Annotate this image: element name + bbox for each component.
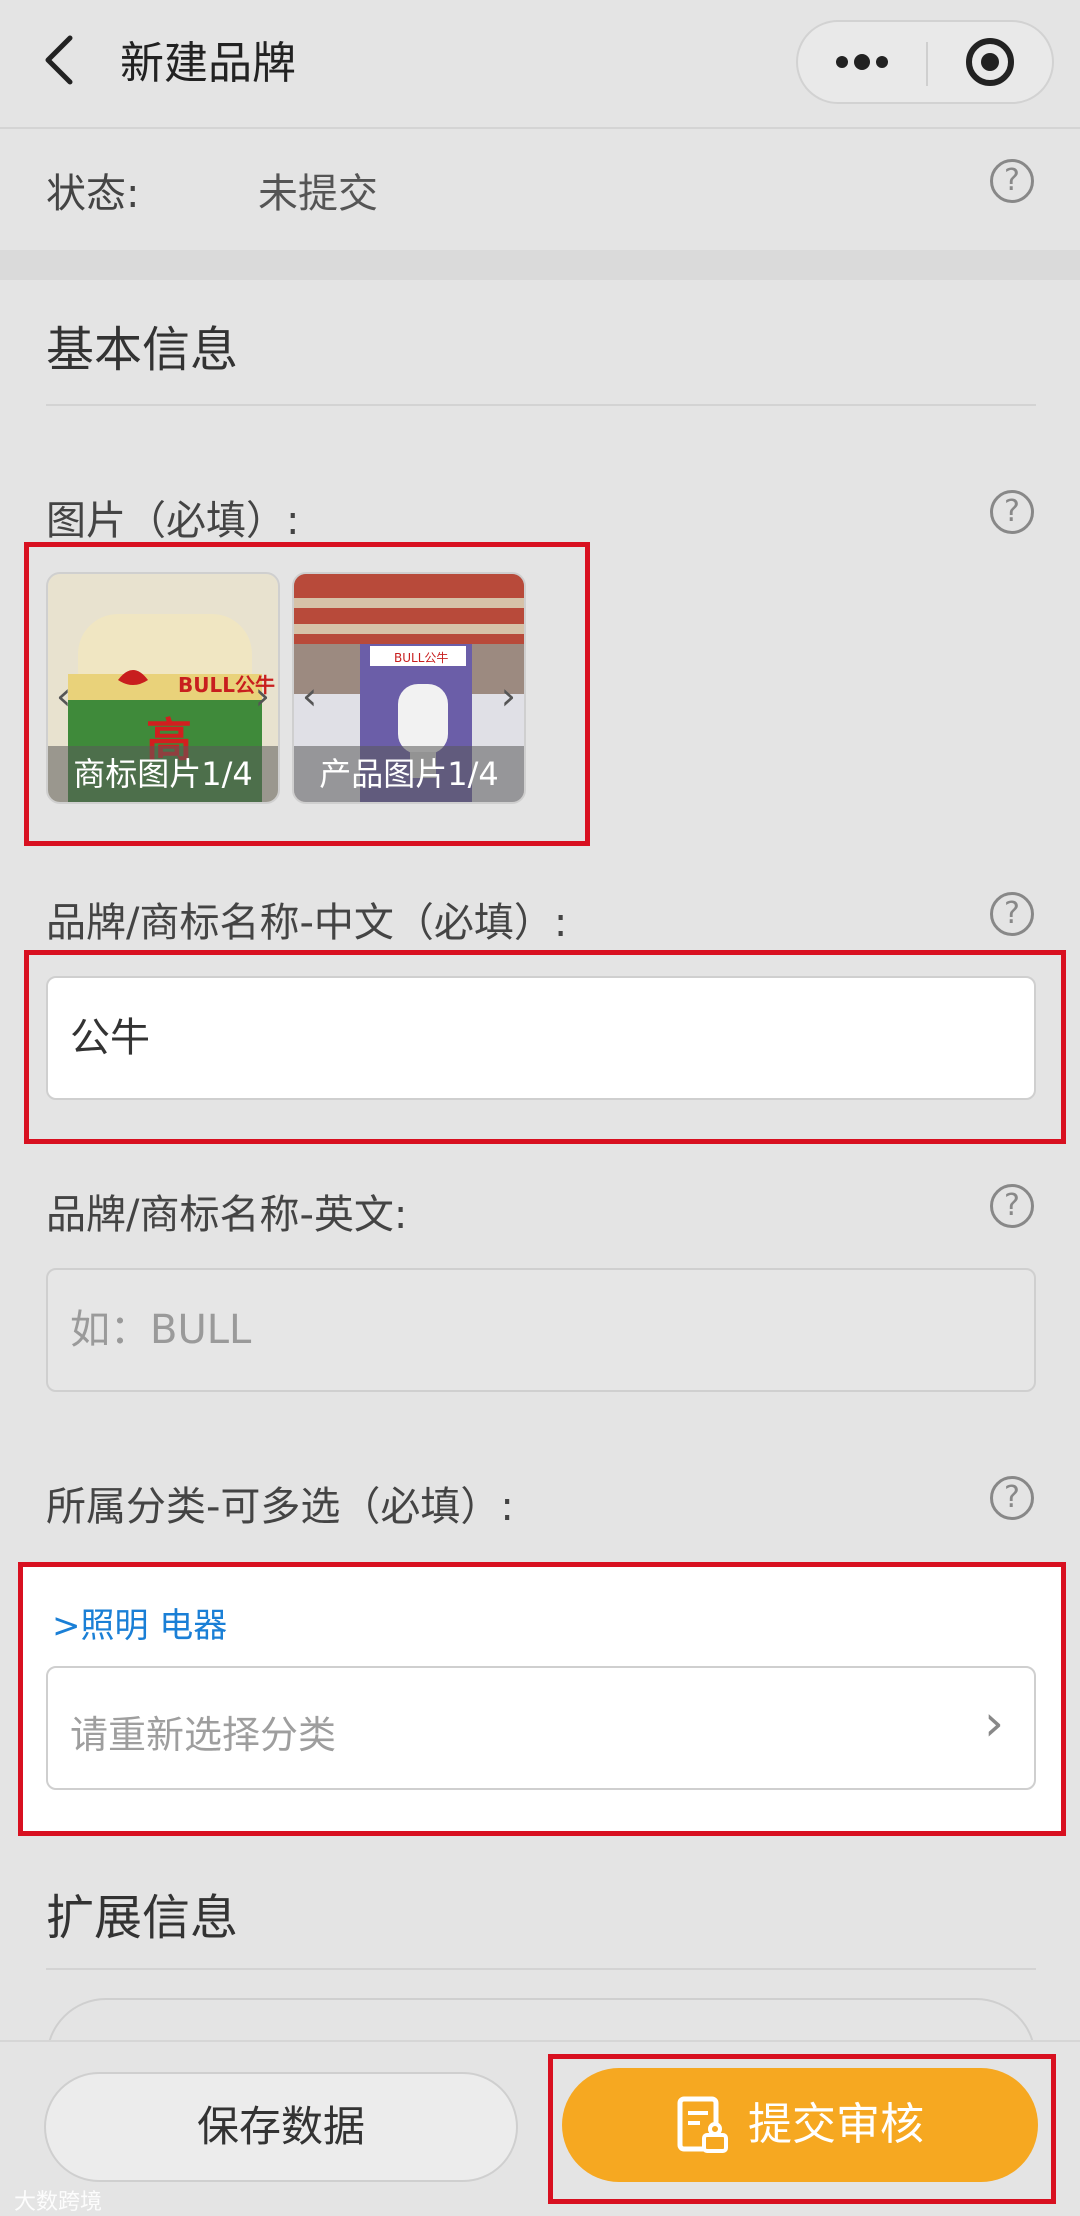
category-select-placeholder: 请重新选择分类: [70, 1713, 337, 1757]
help-icon[interactable]: ?: [990, 1476, 1034, 1520]
chevron-right-icon[interactable]: ›: [501, 674, 516, 718]
status-label: 状态:: [46, 171, 140, 217]
chevron-left-icon: [45, 35, 73, 85]
category-label: 所属分类-可多选（必填）:: [46, 1484, 514, 1530]
watermark: 大数跨境: [14, 2190, 103, 2215]
target-circle-icon: [966, 38, 1014, 86]
nav-bar: 新建品牌: [0, 0, 1080, 129]
document-stamp-icon: [677, 2096, 728, 2153]
name-cn-label: 品牌/商标名称-中文（必填）:: [46, 900, 568, 946]
product-image-thumb[interactable]: BULL公牛 ‹ › 产品图片1/4: [292, 572, 526, 804]
chevron-right-icon[interactable]: ›: [255, 674, 270, 718]
status-value: 未提交: [258, 171, 378, 217]
close-button[interactable]: [928, 22, 1052, 102]
more-button[interactable]: [798, 22, 926, 102]
page-title: 新建品牌: [120, 38, 296, 89]
name-cn-input[interactable]: 公牛: [46, 976, 1036, 1100]
help-icon[interactable]: ?: [990, 1184, 1034, 1228]
help-icon[interactable]: ?: [990, 892, 1034, 936]
name-en-label: 品牌/商标名称-英文:: [46, 1192, 408, 1238]
divider: [46, 1968, 1036, 1970]
status-row: 状态: 未提交 ?: [0, 129, 1080, 249]
chevron-right-icon: >: [52, 1606, 81, 1646]
image-caption: 产品图片1/4: [294, 746, 524, 802]
mini-program-capsule: [796, 20, 1054, 104]
category-path[interactable]: >照明 电器: [52, 1598, 227, 1647]
image-caption: 商标图片1/4: [48, 746, 278, 802]
back-button[interactable]: [40, 30, 100, 96]
extended-info-title: 扩展信息: [46, 1890, 239, 1946]
chevron-left-icon[interactable]: ‹: [56, 674, 71, 718]
images-label: 图片（必填）:: [46, 498, 300, 544]
category-path-text: 照明 电器: [80, 1606, 228, 1646]
divider: [46, 404, 1036, 406]
chevron-right-icon: ›: [984, 1694, 1004, 1752]
bottom-action-bar: 保存数据 提交审核: [0, 2040, 1080, 2216]
submit-review-label: 提交审核: [748, 2099, 924, 2150]
help-icon[interactable]: ?: [990, 159, 1034, 203]
trademark-image-thumb[interactable]: BULL公牛 高 ‹ › 商标图片1/4: [46, 572, 280, 804]
basic-info-title: 基本信息: [46, 322, 239, 378]
category-select[interactable]: 请重新选择分类 ›: [46, 1666, 1036, 1790]
more-dots-icon: [836, 54, 888, 70]
help-icon[interactable]: ?: [990, 490, 1034, 534]
save-button[interactable]: 保存数据: [44, 2072, 518, 2182]
name-en-input[interactable]: 如：BULL: [46, 1268, 1036, 1392]
chevron-left-icon[interactable]: ‹: [302, 674, 317, 718]
submit-review-button[interactable]: 提交审核: [562, 2068, 1038, 2182]
logo-text: BULL公牛: [394, 650, 448, 665]
section-gap: [0, 250, 1080, 280]
